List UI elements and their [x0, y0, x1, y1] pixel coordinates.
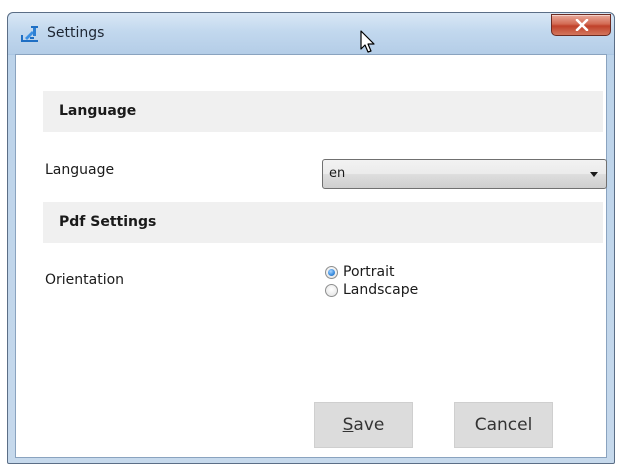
chevron-down-icon: [590, 172, 598, 177]
language-selected-value: en: [329, 166, 346, 181]
close-icon: [575, 19, 589, 31]
save-button-accelerator: S: [342, 415, 354, 435]
save-button[interactable]: Save: [314, 402, 413, 448]
settings-window: Settings Language Language en Pdf Settin…: [7, 12, 615, 464]
section-title-language: Language: [59, 103, 137, 119]
radio-button-checked[interactable]: [325, 266, 338, 279]
settings-content: Language Language en Pdf Settings Orient…: [15, 54, 607, 458]
section-header-language: Language: [43, 91, 603, 132]
section-header-pdf: Pdf Settings: [43, 202, 603, 243]
window-title: Settings: [47, 25, 105, 41]
settings-app-icon: [20, 24, 40, 44]
cancel-button[interactable]: Cancel: [454, 402, 553, 448]
language-label: Language: [45, 162, 115, 178]
orientation-label: Orientation: [45, 272, 125, 288]
title-bar[interactable]: Settings: [8, 13, 614, 54]
mouse-cursor-icon: [360, 30, 375, 53]
save-button-label: ave: [353, 415, 385, 435]
radio-label-portrait: Portrait: [343, 264, 395, 280]
close-button[interactable]: [551, 14, 611, 36]
radio-label-landscape: Landscape: [343, 282, 419, 298]
language-dropdown[interactable]: en: [322, 159, 607, 189]
section-title-pdf: Pdf Settings: [59, 214, 157, 230]
radio-button-unchecked[interactable]: [325, 284, 338, 297]
